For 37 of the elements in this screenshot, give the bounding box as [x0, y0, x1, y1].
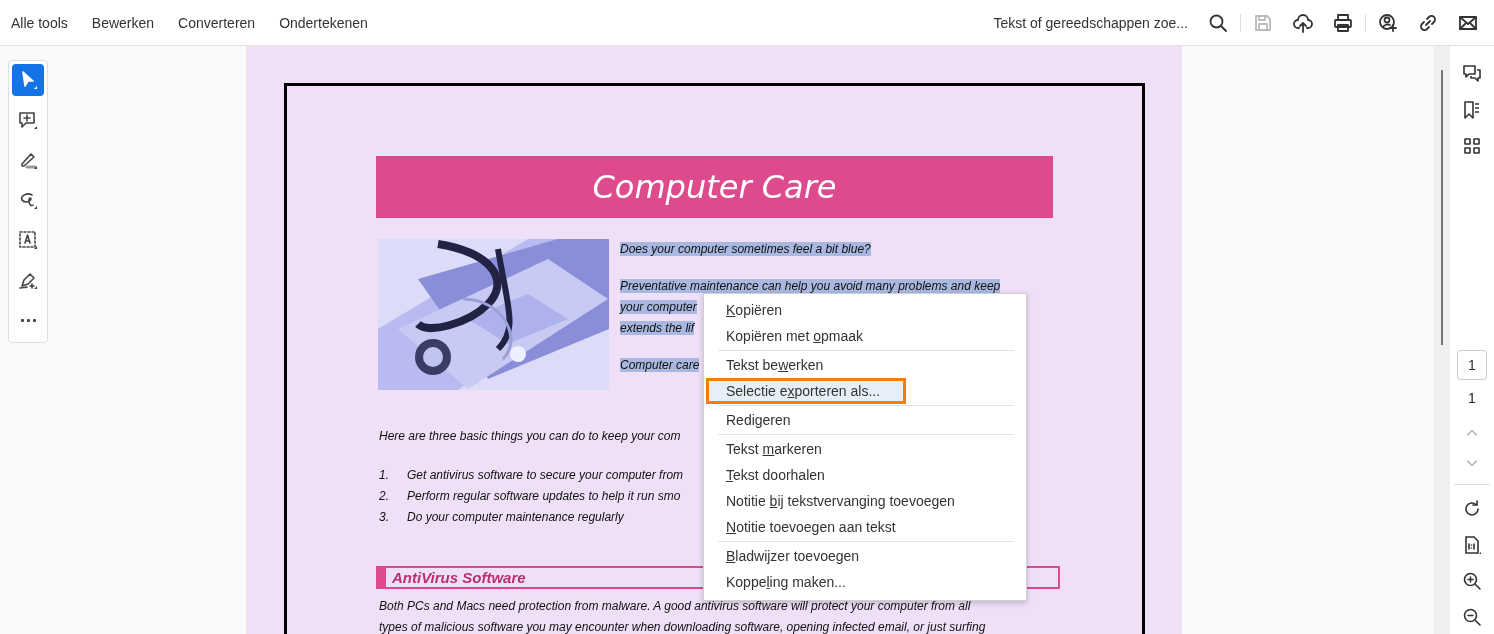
menu-item[interactable]: Kopiëren met opmaak [706, 323, 1024, 349]
list-item-text: Do your computer maintenance regularly [407, 509, 624, 526]
document-title: Computer Care [592, 168, 837, 206]
paragraph: Here are three basic things you can do to keep your com [379, 429, 682, 443]
menu-item[interactable]: Tekst doorhalen [706, 462, 1024, 488]
section-heading: AntiVirus Software [392, 569, 526, 586]
menu-item[interactable]: Redigeren [706, 407, 1024, 433]
pen-icon [18, 150, 38, 170]
menu-item[interactable]: Notitie toevoegen aan tekst [706, 514, 1024, 540]
lasso-icon [18, 190, 38, 210]
menu-item[interactable]: Bladwijzer toevoegen [706, 543, 1024, 569]
menu-item[interactable]: Notitie bij tekstvervanging toevoegen [706, 488, 1024, 514]
pen-nib-icon [18, 270, 38, 290]
list-number: 3. [379, 509, 390, 526]
scrollbar[interactable] [1434, 46, 1450, 634]
comment-add-icon [18, 110, 38, 130]
more-icon [20, 318, 36, 322]
menu-item[interactable]: Tekst bewerken [706, 352, 1024, 378]
menu-tab[interactable]: Alle tools [3, 10, 76, 35]
list-item-text: Get antivirus software to secure your computer from [407, 467, 684, 484]
paragraph-line: types of malicious software you may encounter when downloading software, opening infected email, or just surfing [379, 619, 987, 634]
menu-item[interactable]: Koppeling maken... [706, 569, 1024, 595]
menu-item[interactable]: Kopiëren [706, 297, 1024, 323]
list-number: 1. [379, 467, 390, 484]
menu-tab[interactable]: Bewerken [83, 10, 163, 35]
menu-item[interactable]: Selectie exporteren als... [706, 378, 906, 404]
menu-tab[interactable]: Converteren [170, 10, 264, 35]
text-box-icon [18, 230, 38, 250]
paragraph-line: Both PCs and Macs need protection from malware. A good antivirus software will protect your computer from all [379, 598, 972, 615]
page-count: 1 [1468, 390, 1476, 406]
list-number: 2. [379, 488, 390, 505]
menu-tab[interactable]: Ondertekenen [271, 10, 376, 35]
search-button[interactable]: Tekst of gereedschappen zoe... [987, 10, 1194, 35]
menu-item[interactable]: Tekst markeren [706, 436, 1024, 462]
pointer-tool[interactable] [12, 64, 44, 96]
list-item-text: Perform regular software updates to help it run smo [407, 488, 681, 505]
page-number-field[interactable]: 1 [1457, 350, 1487, 380]
